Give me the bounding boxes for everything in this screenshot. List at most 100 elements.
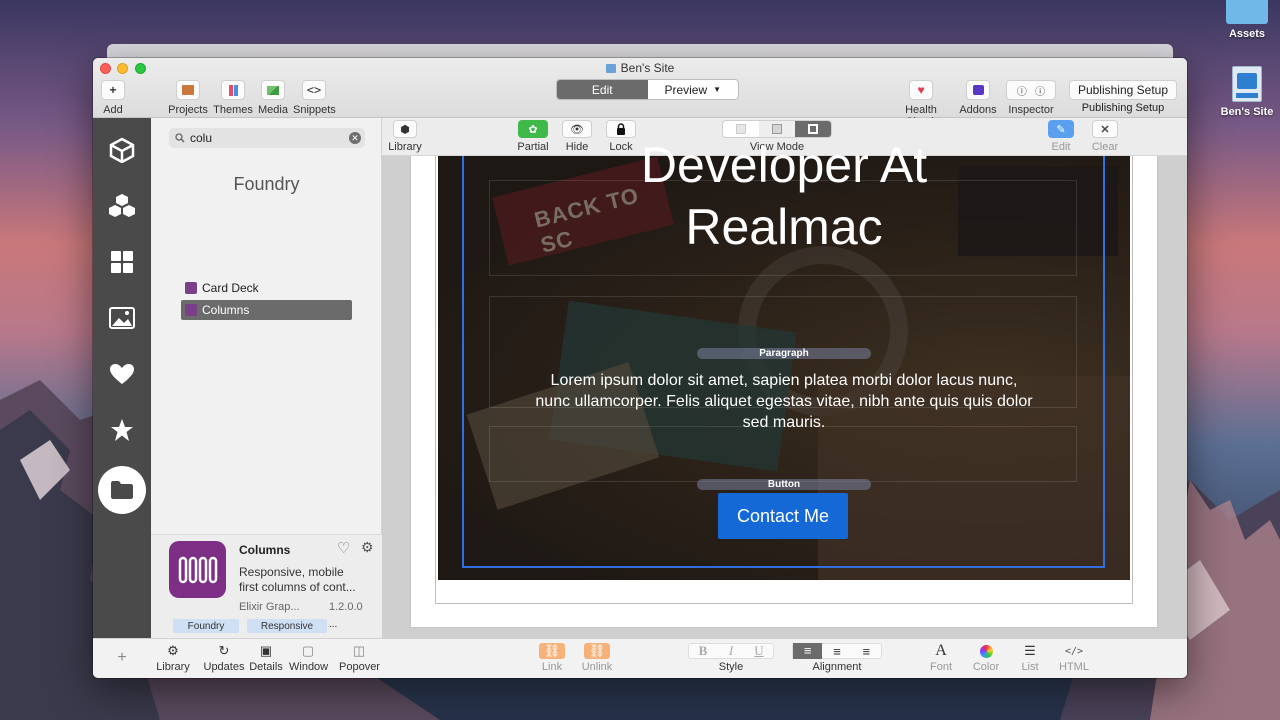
- snippets-button[interactable]: <> Snippets: [293, 80, 336, 116]
- star-icon: [111, 419, 133, 441]
- desktop-icon-assets[interactable]: Assets: [1222, 0, 1272, 40]
- info-icon: ⓘ ⓘ: [1006, 80, 1056, 100]
- alignment-buttons: ≡ ≡ ≡: [792, 643, 882, 659]
- sidebar-item-starred[interactable]: [93, 410, 151, 450]
- sidebar-item-favorites[interactable]: [93, 354, 151, 394]
- document-icon: [605, 64, 616, 73]
- library-settings-button[interactable]: ⚙ Library: [155, 643, 191, 673]
- add-button[interactable]: + Add: [101, 80, 125, 116]
- clear-search-icon[interactable]: ✕: [349, 132, 361, 144]
- image-icon: [261, 80, 285, 100]
- inspector-button[interactable]: ⓘ ⓘ Inspector: [1005, 80, 1057, 116]
- cubes-icon: [109, 194, 135, 217]
- projects-button[interactable]: Projects: [167, 80, 209, 116]
- italic-icon[interactable]: I: [717, 643, 745, 659]
- contact-me-button[interactable]: Contact Me: [718, 493, 848, 539]
- link-icon: ⛓: [539, 643, 565, 659]
- themes-button[interactable]: Themes: [213, 80, 253, 116]
- list-icon: ☰: [1024, 643, 1036, 658]
- button-box: [489, 426, 1077, 482]
- bottom-toolbar: + ⚙ Library ↻ Updates ▣ Details ▢ Window ◫ Po…: [93, 638, 1187, 678]
- desktop-icon-bens-site[interactable]: Ben's Site: [1216, 66, 1278, 118]
- columns-component-icon: [169, 541, 226, 598]
- gear-icon: ⚙: [167, 643, 179, 658]
- component-icon: [185, 304, 197, 316]
- component-description: Responsive, mobile first columns of cont…: [239, 565, 356, 594]
- page-heading[interactable]: Developer At Realmac: [438, 134, 1130, 258]
- align-right-icon[interactable]: ≡: [852, 644, 881, 659]
- image-icon: [109, 307, 135, 329]
- folder-icon: [111, 481, 133, 499]
- tag-responsive[interactable]: Responsive: [247, 619, 327, 633]
- align-center-icon[interactable]: ≡: [822, 644, 851, 659]
- link-button[interactable]: ⛓ Link: [539, 643, 565, 673]
- addons-icon: [966, 80, 990, 100]
- code-icon: </>: [1064, 645, 1084, 657]
- box-icon: [176, 80, 200, 100]
- library-heading: Foundry: [233, 174, 300, 194]
- tag-more[interactable]: ...: [329, 619, 337, 630]
- paragraph-label-badge: Paragraph: [697, 348, 871, 359]
- button-label-badge: Button: [697, 479, 871, 490]
- unlink-icon: ⛓: [584, 643, 610, 659]
- style-control: B I U Style: [687, 643, 775, 673]
- alignment-control: ≡ ≡ ≡ Alignment: [791, 643, 883, 673]
- edit-mode-button[interactable]: Edit: [557, 80, 648, 99]
- list-item-card-deck[interactable]: Card Deck: [181, 278, 352, 298]
- cube-icon: [109, 137, 135, 163]
- sidebar-item-components[interactable]: [93, 130, 151, 170]
- publishing-setup-button[interactable]: Publishing Setup: [1069, 80, 1177, 100]
- unlink-button[interactable]: ⛓ Unlink: [581, 643, 613, 673]
- gear-icon[interactable]: ⚙: [361, 539, 374, 556]
- app-window: Ben's Site + Add Projects Themes Media <…: [93, 58, 1187, 678]
- font-icon: A: [935, 642, 947, 659]
- selected-indicator: [98, 466, 146, 514]
- preview-mode-button[interactable]: Preview ▼: [648, 80, 739, 99]
- details-button[interactable]: ▣ Details: [248, 643, 284, 673]
- cube-icon: ⬢: [393, 120, 417, 138]
- component-details: Columns ♡ ⚙ Responsive, mobile first col…: [151, 534, 382, 638]
- color-button[interactable]: Color: [971, 643, 1001, 673]
- details-icon: ▣: [259, 643, 273, 658]
- heart-icon: [110, 364, 134, 384]
- add-item-button[interactable]: +: [115, 649, 129, 667]
- html-button[interactable]: </> HTML: [1059, 643, 1089, 674]
- grid-icon: [111, 251, 133, 273]
- tag-foundry[interactable]: Foundry: [173, 619, 239, 633]
- sidebar-item-folder[interactable]: [93, 466, 151, 514]
- library-toggle-button[interactable]: ⬢ Library: [388, 120, 422, 153]
- component-name: Columns: [239, 543, 291, 557]
- window-icon: ▢: [301, 643, 315, 658]
- window-button[interactable]: ▢ Window: [289, 643, 328, 673]
- popover-icon: ◫: [352, 643, 366, 658]
- align-left-icon[interactable]: ≡: [793, 643, 823, 659]
- updates-button[interactable]: ↻ Updates: [203, 643, 245, 673]
- font-button[interactable]: A Font: [929, 642, 953, 673]
- editor-canvas: BACK TO SC Developer At Realmac Paragrap…: [382, 137, 1187, 638]
- addons-button[interactable]: Addons: [959, 80, 997, 116]
- media-button[interactable]: Media: [257, 80, 289, 116]
- library-category-sidebar: [93, 118, 151, 638]
- component-version: 1.2.0.0: [329, 601, 363, 613]
- publishing-setup-label: Publishing Setup: [1081, 102, 1165, 114]
- sidebar-item-stacks[interactable]: [93, 186, 151, 226]
- window-toolbar: Ben's Site + Add Projects Themes Media <…: [93, 58, 1187, 128]
- popover-button[interactable]: ◫ Popover: [339, 643, 380, 673]
- refresh-icon: ↻: [218, 643, 230, 658]
- search-value: colu: [190, 131, 213, 145]
- list-item-columns[interactable]: Columns: [181, 300, 352, 320]
- search-input[interactable]: colu ✕: [169, 128, 365, 148]
- plus-icon: +: [101, 80, 125, 100]
- bold-icon[interactable]: B: [689, 643, 717, 659]
- list-button[interactable]: ☰ List: [1019, 643, 1041, 673]
- component-icon: [185, 282, 197, 294]
- sidebar-item-images[interactable]: [93, 298, 151, 338]
- favorite-heart-icon[interactable]: ♡: [337, 539, 350, 557]
- hero-paragraph[interactable]: Lorem ipsum dolor sit amet, sapien plate…: [494, 370, 1074, 433]
- code-icon: <>: [302, 80, 326, 100]
- underline-icon[interactable]: U: [745, 643, 773, 659]
- color-wheel-icon: [971, 643, 1001, 659]
- sidebar-item-layouts[interactable]: [93, 242, 151, 282]
- themes-icon: [221, 80, 245, 100]
- search-icon: [175, 133, 185, 143]
